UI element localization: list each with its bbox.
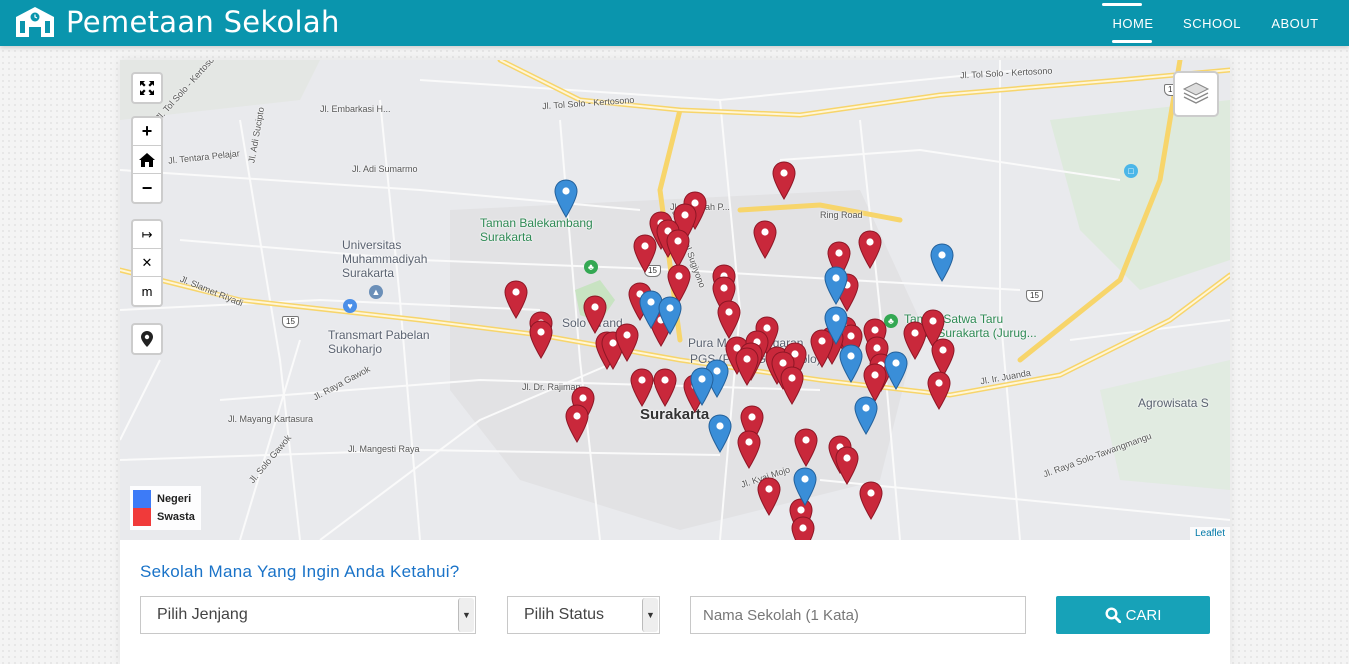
chevron-down-icon: ▼ (458, 598, 474, 632)
brand[interactable]: Pemetaan Sekolah (14, 2, 340, 42)
shopping-icon: ♥ (343, 299, 357, 313)
swasta-school-marker[interactable] (737, 430, 761, 470)
negeri-school-marker[interactable] (658, 296, 682, 336)
negeri-school-marker[interactable] (708, 414, 732, 454)
swasta-school-marker[interactable] (630, 368, 654, 408)
place-label: Agrowisata S (1138, 396, 1209, 410)
swasta-school-marker[interactable] (735, 347, 759, 387)
layers-button[interactable] (1173, 71, 1219, 117)
swasta-school-marker[interactable] (717, 300, 741, 340)
search-icon (1105, 607, 1121, 623)
negeri-school-marker[interactable] (884, 351, 908, 391)
search-button[interactable]: CARI (1056, 596, 1210, 634)
swasta-school-marker[interactable] (927, 371, 951, 411)
swasta-school-marker[interactable] (791, 516, 815, 540)
legend-swatch (133, 508, 151, 526)
route-shield: 15 (1026, 290, 1043, 302)
swasta-school-marker[interactable] (565, 404, 589, 444)
road-label: Jl. Mangesti Raya (348, 444, 420, 454)
swasta-school-marker[interactable] (858, 230, 882, 270)
swasta-school-marker[interactable] (583, 295, 607, 335)
legend-item: Negeri (133, 490, 195, 508)
layers-icon (1182, 82, 1210, 104)
chevron-down-icon: ▼ (642, 598, 658, 632)
locate-control (131, 323, 163, 355)
swasta-school-marker[interactable] (753, 220, 777, 260)
swasta-school-marker[interactable] (772, 161, 796, 201)
legend-label: Negeri (157, 493, 192, 505)
swasta-school-marker[interactable] (653, 368, 677, 408)
swasta-school-marker[interactable] (794, 428, 818, 468)
nav-about[interactable]: ABOUT (1271, 0, 1319, 46)
fullscreen-icon (140, 81, 154, 95)
legend-item: Swasta (133, 508, 195, 526)
location-pin-icon (141, 331, 153, 347)
negeri-school-marker[interactable] (854, 396, 878, 436)
home-icon (139, 152, 155, 167)
fullscreen-button[interactable] (133, 74, 161, 102)
swasta-school-marker[interactable] (757, 477, 781, 517)
legend-label: Swasta (157, 511, 195, 523)
zoom-out-button[interactable]: − (133, 174, 161, 202)
search-button-label: CARI (1125, 606, 1162, 624)
nav-school-label: SCHOOL (1183, 15, 1241, 31)
road-label: Ring Road (820, 210, 863, 220)
search-title: Sekolah Mana Yang Ingin Anda Ketahui? (140, 562, 460, 581)
negeri-school-marker[interactable] (793, 467, 817, 507)
negeri-school-marker[interactable] (690, 367, 714, 407)
road-label: Jl. Adi Sumarmo (352, 164, 418, 174)
zoom-control: + − (131, 116, 163, 204)
school-icon: ▲ (369, 285, 383, 299)
active-indicator-top (1102, 3, 1142, 6)
navbar: Pemetaan Sekolah HOME SCHOOL ABOUT (0, 0, 1349, 46)
legend-swatch (133, 490, 151, 508)
nav-school[interactable]: SCHOOL (1183, 0, 1241, 46)
measure-control: ↦ ✕ m (131, 219, 163, 307)
swasta-school-marker[interactable] (666, 229, 690, 269)
negeri-school-marker[interactable] (554, 179, 578, 219)
jenjang-select[interactable]: Pilih Jenjang ▼ (140, 596, 476, 634)
active-indicator-bottom (1112, 40, 1152, 43)
school-name-input[interactable] (690, 596, 1026, 634)
negeri-school-marker[interactable] (839, 344, 863, 384)
nav-home[interactable]: HOME (1102, 0, 1154, 46)
place-label: Universitas Muhammadiyah Surakarta (342, 238, 428, 280)
status-select-value: Pilih Status (524, 606, 605, 623)
swasta-school-marker[interactable] (835, 446, 859, 486)
status-select[interactable]: Pilih Status ▼ (507, 596, 660, 634)
locate-button[interactable] (133, 325, 161, 353)
nav-about-label: ABOUT (1271, 15, 1319, 31)
jenjang-select-value: Pilih Jenjang (157, 606, 248, 623)
swasta-school-marker[interactable] (529, 320, 553, 360)
negeri-school-marker[interactable] (824, 306, 848, 346)
measure-unit-button[interactable]: m (133, 277, 161, 305)
nav-home-label: HOME (1112, 15, 1154, 31)
main-card: Jl. Tol Solo - Kertosono Jl. Tol Solo - … (120, 60, 1230, 664)
fullscreen-control (131, 72, 163, 104)
negeri-school-marker[interactable] (930, 243, 954, 283)
swasta-school-marker[interactable] (859, 481, 883, 521)
park-icon: ♣ (584, 260, 598, 274)
leaflet-attribution-link[interactable]: Leaflet (1189, 527, 1230, 540)
brand-title: Pemetaan Sekolah (66, 5, 340, 39)
swasta-school-marker[interactable] (504, 280, 528, 320)
train-icon: □ (1124, 164, 1138, 178)
zoom-in-button[interactable]: + (133, 118, 161, 146)
place-label: Transmart Pabelan Sukoharjo (328, 328, 430, 356)
place-label: Taman Balekambang Surakarta (480, 216, 593, 244)
map-legend: Negeri Swasta (130, 486, 201, 530)
road-label: Jl. Embarkasi H... (320, 104, 391, 114)
swasta-school-marker[interactable] (633, 234, 657, 274)
swasta-school-marker[interactable] (780, 366, 804, 406)
home-button[interactable] (133, 146, 161, 174)
route-shield: 15 (282, 316, 299, 328)
measure-distance-button[interactable]: ↦ (133, 221, 161, 249)
swasta-school-marker[interactable] (615, 323, 639, 363)
school-map[interactable]: Jl. Tol Solo - Kertosono Jl. Tol Solo - … (120, 60, 1230, 540)
measure-clear-button[interactable]: ✕ (133, 249, 161, 277)
road-label: Jl. Mayang Kartasura (228, 414, 314, 424)
negeri-school-marker[interactable] (824, 266, 848, 306)
school-building-icon (16, 7, 54, 37)
